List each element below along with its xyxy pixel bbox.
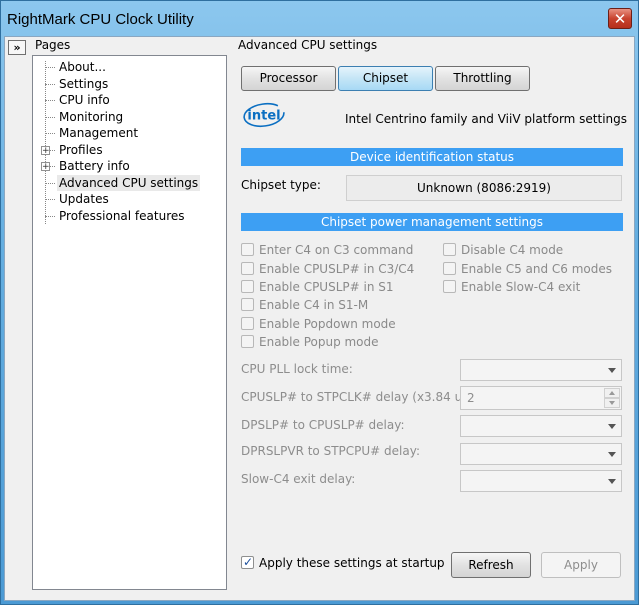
dpslp-cpuslp-delay-select[interactable]: [460, 415, 622, 437]
window-title: RightMark CPU Clock Utility: [7, 11, 194, 28]
checkbox-label: Enable C5 and C6 modes: [461, 262, 613, 276]
power-management-header: Chipset power management settings: [241, 213, 623, 231]
tree-connector: [45, 83, 55, 85]
double-chevron-right-icon: »: [13, 41, 21, 54]
tree-item-label: About...: [59, 60, 106, 74]
tree-connector: [45, 100, 55, 101]
tree-item-label: Battery info: [59, 159, 130, 173]
tab-chipset[interactable]: Chipset: [338, 66, 433, 91]
stepper-up-icon[interactable]: [604, 388, 620, 398]
dpslp-cpuslp-delay-label: DPSLP# to CPUSLP# delay:: [241, 418, 405, 432]
tree-connector: [45, 199, 55, 200]
checkbox-box[interactable]: [241, 317, 254, 330]
platform-description: Intel Centrino family and ViiV platform …: [345, 112, 628, 126]
tree-item-label: Professional features: [59, 208, 185, 223]
tree-item-label: Updates: [59, 192, 109, 206]
checkbox-box[interactable]: [241, 262, 254, 275]
tree-connector: [45, 116, 55, 118]
cpuslp-stpclk-delay-stepper[interactable]: 2: [460, 386, 622, 410]
checkbox-label: Enable Popup mode: [259, 335, 379, 349]
tree-item-label: Settings: [59, 76, 109, 91]
close-icon: ✕: [613, 10, 627, 28]
pll-lock-time-select[interactable]: [460, 359, 622, 381]
checkmark-icon: ✓: [243, 555, 254, 569]
tree-item-label: CPU info: [59, 93, 110, 107]
cpuslp-stpclk-delay-label: CPUSLP# to STPCLK# delay (x3.84 us):: [241, 390, 478, 404]
apply-button[interactable]: Apply: [541, 552, 621, 578]
chevron-down-icon: [608, 452, 616, 457]
checkbox-label: Enable C4 in S1-M: [259, 298, 369, 312]
expand-icon[interactable]: +: [41, 145, 50, 155]
intel-logo-text: intel: [247, 109, 280, 124]
expand-icon[interactable]: +: [41, 162, 50, 172]
chipset-type-label: Chipset type:: [241, 178, 321, 192]
checkbox-label: Apply these settings at startup: [259, 556, 445, 570]
tree-item-label: Profiles: [59, 142, 103, 157]
pll-lock-time-label: CPU PLL lock time:: [241, 362, 353, 376]
checkbox-label: Enable Slow-C4 exit: [461, 280, 581, 294]
stepper-down-icon[interactable]: [604, 398, 620, 408]
checkbox-box[interactable]: [443, 280, 456, 293]
tree-connector: [45, 133, 55, 134]
tree-item-label: Advanced CPU settings: [57, 174, 201, 191]
checkbox-label: Enable Popdown mode: [259, 317, 396, 331]
tab-processor[interactable]: Processor: [241, 66, 336, 91]
device-identification-header: Device identification status: [241, 148, 623, 166]
chevron-down-icon: [608, 368, 616, 373]
tree-item-label: Management: [59, 126, 139, 140]
tab-throttling[interactable]: Throttling: [435, 66, 530, 91]
checkbox-box[interactable]: [241, 280, 254, 293]
pages-tree[interactable]: About... Settings CPU info Monitoring Ma…: [32, 55, 227, 590]
checkbox-box[interactable]: [443, 262, 456, 275]
title-bar[interactable]: RightMark CPU Clock Utility ✕: [1, 1, 638, 36]
collapse-sidebar-button[interactable]: »: [8, 40, 26, 55]
checkbox-box[interactable]: [241, 335, 254, 348]
app-window: RightMark CPU Clock Utility ✕ » Pages Ab…: [0, 0, 639, 605]
tree-connector: [45, 215, 55, 217]
checkbox-label: Enter C4 on C3 command: [259, 243, 414, 257]
close-button[interactable]: ✕: [608, 8, 632, 29]
intel-logo: intel: [242, 101, 286, 129]
chevron-down-icon: [608, 479, 616, 484]
slow-c4-exit-delay-select[interactable]: [460, 470, 622, 492]
checkbox-label: Enable CPUSLP# in S1: [259, 280, 394, 294]
page-title: Advanced CPU settings: [238, 38, 378, 52]
tree-connector: [45, 182, 55, 184]
checkbox-box[interactable]: [241, 243, 254, 256]
dprslpvr-stpcpu-delay-select[interactable]: [460, 443, 622, 465]
checkbox-label: Enable CPUSLP# in C3/C4: [259, 262, 415, 276]
intel-logo-swoosh: intel: [243, 102, 285, 128]
refresh-button[interactable]: Refresh: [451, 552, 531, 578]
dprslpvr-stpcpu-delay-label: DPRSLPVR to STPCPU# delay:: [241, 444, 420, 458]
tree-connector: [45, 67, 55, 68]
chipset-type-value: Unknown (8086:2919): [346, 175, 622, 201]
checkbox-box[interactable]: ✓: [241, 555, 254, 569]
stepper-value: 2: [467, 391, 475, 405]
checkbox-box[interactable]: [443, 243, 456, 256]
chevron-down-icon: [608, 424, 616, 429]
client-area: » Pages About... Settings CPU info Monit…: [4, 36, 635, 601]
checkbox-label: Disable C4 mode: [461, 243, 564, 257]
slow-c4-exit-delay-label: Slow-C4 exit delay:: [241, 472, 356, 486]
checkbox-box[interactable]: [241, 298, 254, 311]
pages-label: Pages: [35, 38, 71, 52]
tree-item-label: Monitoring: [59, 109, 124, 124]
